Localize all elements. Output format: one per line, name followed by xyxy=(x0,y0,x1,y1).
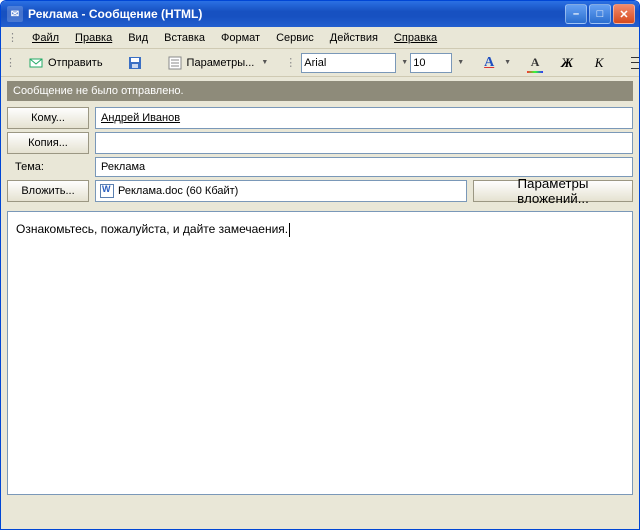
bold-button[interactable]: Ж xyxy=(552,52,582,74)
attach-value: Реклама.doc (60 Кбайт) xyxy=(118,185,238,197)
titlebar[interactable]: ✉ Реклама - Сообщение (HTML) – □ ✕ xyxy=(1,1,639,27)
italic-icon: К xyxy=(591,55,607,71)
params-label: Параметры... xyxy=(187,57,255,69)
align-left-button[interactable] xyxy=(624,52,640,74)
font-color-icon: A xyxy=(481,55,497,71)
highlight-icon: A xyxy=(527,55,543,71)
params-icon xyxy=(167,55,183,71)
menubar-grip[interactable]: ⋮ xyxy=(7,31,21,44)
body-text: Ознакомьтесь, пожалуйста, и дайте замеча… xyxy=(16,222,288,236)
size-select[interactable] xyxy=(410,53,452,73)
attach-button[interactable]: Вложить... xyxy=(7,180,89,202)
size-chevron-icon[interactable]: ▼ xyxy=(457,59,464,66)
to-value: Андрей Иванов xyxy=(101,112,180,124)
toolbar-grip-1[interactable]: ⋮ xyxy=(5,56,19,69)
status-text: Сообщение не было отправлено. xyxy=(13,85,184,97)
highlight-button[interactable]: A xyxy=(520,52,550,74)
subject-value: Реклама xyxy=(101,161,145,173)
status-bar: Сообщение не было отправлено. xyxy=(7,81,633,101)
attach-field[interactable]: Реклама.doc (60 Кбайт) xyxy=(95,180,467,202)
align-left-icon xyxy=(631,57,640,69)
word-doc-icon xyxy=(100,184,114,198)
to-field[interactable]: Андрей Иванов xyxy=(95,107,633,129)
header-fields: Кому... Андрей Иванов Копия... Тема: Рек… xyxy=(1,101,639,205)
send-label: Отправить xyxy=(48,57,103,69)
menu-file[interactable]: Файл xyxy=(25,30,66,46)
subject-label: Тема: xyxy=(7,157,89,177)
maximize-button[interactable]: □ xyxy=(589,4,611,24)
cc-button[interactable]: Копия... xyxy=(7,132,89,154)
chevron-down-icon: ▼ xyxy=(261,59,268,66)
minimize-button[interactable]: – xyxy=(565,4,587,24)
menu-insert[interactable]: Вставка xyxy=(157,30,212,46)
send-icon xyxy=(28,55,44,71)
font-chevron-icon[interactable]: ▼ xyxy=(401,59,408,66)
window-title: Реклама - Сообщение (HTML) xyxy=(28,7,202,21)
menu-service[interactable]: Сервис xyxy=(269,30,321,46)
save-button[interactable] xyxy=(120,52,150,74)
send-button[interactable]: Отправить xyxy=(21,52,110,74)
menu-help[interactable]: Справка xyxy=(387,30,444,46)
toolbar-grip-2[interactable]: ⋮ xyxy=(285,56,299,69)
menu-edit[interactable]: Правка xyxy=(68,30,119,46)
menu-view[interactable]: Вид xyxy=(121,30,155,46)
toolbar: ⋮ Отправить Параметры... ▼ ⋮ ▼ ▼ A▼ xyxy=(1,49,639,77)
chevron-down-icon: ▼ xyxy=(504,59,511,66)
subject-field[interactable]: Реклама xyxy=(95,157,633,177)
params-button[interactable]: Параметры... ▼ xyxy=(160,52,276,74)
close-button[interactable]: ✕ xyxy=(613,4,635,24)
attach-params-button[interactable]: Параметры вложений... xyxy=(473,180,633,202)
save-icon xyxy=(127,55,143,71)
italic-button[interactable]: К xyxy=(584,52,614,74)
font-color-button[interactable]: A▼ xyxy=(474,52,518,74)
cc-field[interactable] xyxy=(95,132,633,154)
text-cursor xyxy=(289,223,290,237)
message-body[interactable]: Ознакомьтесь, пожалуйста, и дайте замеча… xyxy=(7,211,633,495)
font-select[interactable] xyxy=(301,53,396,73)
to-button[interactable]: Кому... xyxy=(7,107,89,129)
menu-actions[interactable]: Действия xyxy=(323,30,385,46)
menu-format[interactable]: Формат xyxy=(214,30,267,46)
menubar: ⋮ Файл Правка Вид Вставка Формат Сервис … xyxy=(1,27,639,49)
bold-icon: Ж xyxy=(559,55,575,71)
app-window: ✉ Реклама - Сообщение (HTML) – □ ✕ ⋮ Фай… xyxy=(0,0,640,530)
app-icon: ✉ xyxy=(7,6,23,22)
